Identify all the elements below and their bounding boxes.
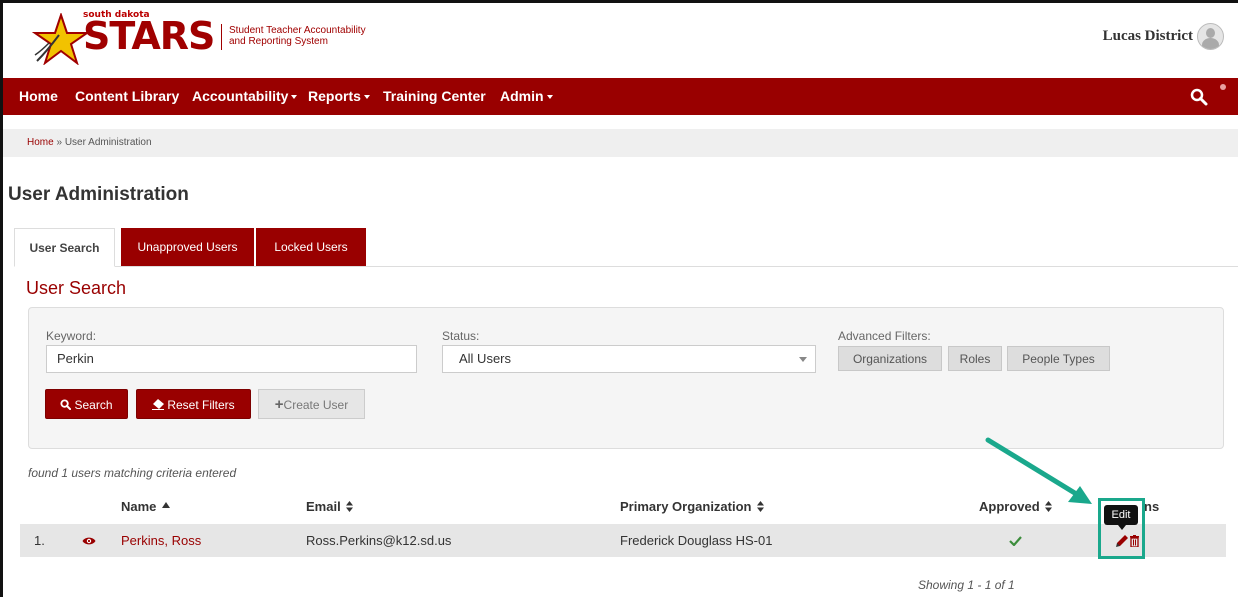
results-count: found 1 users matching criteria entered [28,466,237,480]
reset-filters-button[interactable]: Reset Filters [136,389,251,419]
breadcrumb-separator: » [53,137,65,148]
nav-admin[interactable]: Admin [500,78,553,115]
annotation-highlight-box [1098,498,1145,559]
approved-check-icon [1009,524,1022,557]
column-header-primary-organization[interactable]: Primary Organization [620,499,765,514]
view-user-button[interactable] [82,524,96,557]
logo-name: STARS [83,14,215,58]
sort-asc-icon [162,502,171,508]
search-icon[interactable] [1190,88,1208,106]
caret-down-icon [291,95,298,100]
nav-reports[interactable]: Reports [308,78,370,115]
plus-icon: + [274,396,284,413]
pagination-summary: Showing 1 - 1 of 1 [918,578,1015,592]
user-primary-organization: Frederick Douglass HS-01 [620,533,773,548]
main-navbar: Home Content Library Accountability Repo… [3,78,1238,115]
search-button[interactable]: Search [45,389,128,419]
create-user-button[interactable]: +Create User [258,389,365,419]
search-icon [60,399,72,411]
eraser-icon [152,399,165,410]
status-select[interactable]: All Users [442,345,816,373]
nav-training-center[interactable]: Training Center [383,78,486,115]
column-header-actions: ns [1144,499,1160,514]
notification-dot [1220,84,1226,90]
nav-content-library[interactable]: Content Library [75,78,179,115]
nav-accountability[interactable]: Accountability [192,78,298,115]
breadcrumb-current: User Administration [64,137,152,148]
column-header-email[interactable]: Email [306,499,354,514]
filter-people-types-button[interactable]: People Types [1007,346,1110,371]
annotation-arrow [985,437,1092,504]
logo-subtitle: Student Teacher Accountability and Repor… [229,25,399,47]
tab-user-search[interactable]: User Search [14,228,115,267]
column-header-name[interactable]: Name [121,499,171,514]
eye-icon [82,537,96,545]
user-name[interactable]: Lucas District [1103,28,1193,45]
advanced-filters-label: Advanced Filters: [838,329,931,343]
user-menu[interactable]: Lucas District [1103,21,1224,51]
caret-down-icon [363,95,370,100]
user-name-link[interactable]: Perkins, Ross [121,524,201,557]
user-email: Ross.Perkins@k12.sd.us [306,533,452,548]
row-index: 1. [34,533,45,548]
breadcrumb-home[interactable]: Home [27,137,54,148]
star-logo-icon [31,13,91,65]
filter-roles-button[interactable]: Roles [948,346,1002,371]
status-select-value: All Users [459,351,512,366]
sort-icon [757,501,765,512]
table-row: 1. Perkins, Ross Ross.Perkins@k12.sd.us … [20,524,1226,557]
logo-divider [221,24,222,50]
section-title: User Search [26,278,127,298]
page-title: User Administration [8,184,189,205]
tab-unapproved-users[interactable]: Unapproved Users [121,228,254,266]
tab-locked-users[interactable]: Locked Users [256,228,366,266]
sort-icon [346,501,354,512]
keyword-input[interactable]: Perkin [46,345,417,373]
nav-home[interactable]: Home [19,78,58,115]
filter-organizations-button[interactable]: Organizations [838,346,942,371]
caret-down-icon [546,95,553,100]
site-header: south dakota STARS Student Teacher Accou… [3,3,1238,78]
tab-bar: User Search Unapproved Users Locked User… [14,228,1238,267]
search-panel: Keyword: Perkin Status: All Users Advanc… [28,307,1224,449]
logo-subtitle-line1: Student Teacher Accountability [229,25,366,36]
breadcrumb: Home » User Administration [3,129,1238,157]
stars-logo[interactable]: south dakota STARS Student Teacher Accou… [31,10,366,71]
chevron-down-icon [799,357,807,362]
avatar[interactable] [1197,22,1224,50]
keyword-label: Keyword: [46,329,97,343]
status-label: Status: [442,329,480,343]
logo-subtitle-line2: and Reporting System [229,36,328,47]
